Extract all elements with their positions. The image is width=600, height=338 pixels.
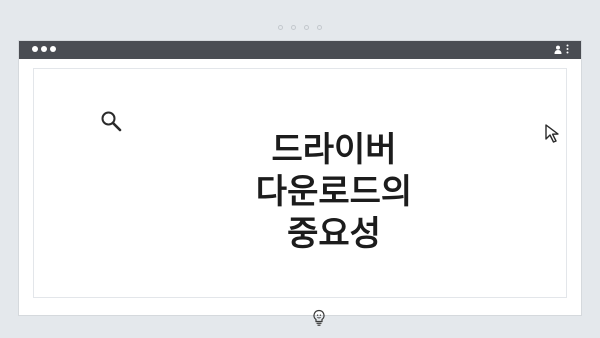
cursor-arrow-icon [545, 124, 559, 143]
lightbulb-icon [313, 309, 325, 326]
content-panel: 드라이버 다운로드의 중요성 [33, 68, 567, 326]
search-icon [101, 111, 122, 132]
titlebar-actions [554, 44, 569, 54]
browser-window: 드라이버 다운로드의 중요성 [18, 40, 582, 326]
page-indicator-dots [0, 25, 600, 30]
page-dot [291, 25, 296, 30]
page-dot [317, 25, 322, 30]
kebab-menu-icon[interactable] [566, 44, 569, 54]
user-icon[interactable] [554, 45, 562, 54]
window-titlebar [19, 41, 581, 59]
close-dot[interactable] [32, 46, 38, 52]
page-dot [278, 25, 283, 30]
minimize-dot[interactable] [41, 46, 47, 52]
headline: 드라이버 다운로드의 중요성 [255, 130, 413, 254]
page-dot [304, 25, 309, 30]
maximize-dot[interactable] [50, 46, 56, 52]
window-controls [32, 46, 56, 52]
